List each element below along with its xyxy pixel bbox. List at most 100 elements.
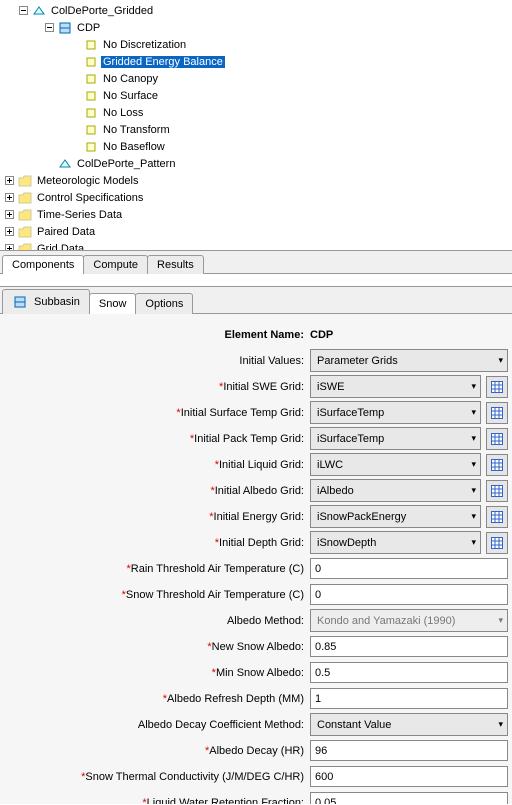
text-input[interactable]: 0	[310, 584, 508, 605]
tab-label: Results	[157, 259, 194, 271]
dropdown-value: iSurfaceTemp	[317, 407, 384, 419]
tree-node-root[interactable]: ColDePorte_Gridded	[4, 2, 512, 19]
grid-selector-button[interactable]	[486, 454, 508, 476]
grid-selector-button[interactable]	[486, 376, 508, 398]
dropdown-value: iSurfaceTemp	[317, 433, 384, 445]
text-input[interactable]: 0.05	[310, 792, 508, 804]
tree-folder-pd[interactable]: Paired Data	[4, 223, 512, 240]
form-label: *Initial Surface Temp Grid:	[4, 407, 310, 419]
tree-label: No Transform	[101, 124, 172, 136]
tree-label: No Surface	[101, 90, 160, 102]
dropdown-value: Parameter Grids	[317, 355, 398, 367]
collapse-icon[interactable]	[18, 5, 29, 16]
value-element-name: CDP	[310, 329, 333, 341]
tree-leaf-baseflow[interactable]: No Baseflow	[4, 138, 512, 155]
dropdown[interactable]: iSurfaceTemp ▾	[310, 427, 481, 450]
form-row: *Initial SWE Grid:iSWE▾	[4, 376, 508, 397]
text-input[interactable]: 0.85	[310, 636, 508, 657]
dropdown-value: iAlbedo	[317, 485, 354, 497]
form-label: *Initial Depth Grid:	[4, 537, 310, 549]
form-row: *Min Snow Albedo:0.5	[4, 662, 508, 683]
leaf-icon	[83, 88, 99, 104]
tree-folder-gd[interactable]: Grid Data	[4, 240, 512, 251]
form-row: Albedo Decay Coefficient Method:Constant…	[4, 714, 508, 735]
text-input[interactable]: 96	[310, 740, 508, 761]
chevron-down-icon: ▾	[471, 433, 476, 444]
form-row: *Initial Pack Temp Grid: iSurfaceTemp ▾	[4, 428, 508, 449]
form-label: *Initial Pack Temp Grid:	[4, 433, 310, 445]
grid-selector-button[interactable]	[486, 532, 508, 554]
main-tabs: Components Compute Results	[0, 251, 512, 274]
chevron-down-icon: ▾	[471, 485, 476, 496]
subbasin-icon	[12, 294, 28, 310]
grid-selector-button[interactable]	[486, 428, 508, 450]
tab-label: Components	[12, 259, 74, 271]
tab-results[interactable]: Results	[147, 255, 204, 274]
form-label: *New Snow Albedo:	[4, 641, 310, 653]
expand-icon[interactable]	[4, 243, 15, 251]
dropdown[interactable]: iSurfaceTemp ▾	[310, 401, 481, 424]
expand-icon[interactable]	[4, 209, 15, 220]
form-label: *Albedo Decay (HR)	[4, 745, 310, 757]
tree-leaf-energy-balance[interactable]: Gridded Energy Balance	[4, 53, 512, 70]
tree-node-cdp[interactable]: CDP	[4, 19, 512, 36]
dropdown[interactable]: iSnowDepth▾	[310, 531, 481, 554]
chevron-down-icon: ▾	[471, 511, 476, 522]
expand-icon[interactable]	[4, 226, 15, 237]
dropdown[interactable]: Parameter Grids▾	[310, 349, 508, 372]
subbasin-icon	[57, 20, 73, 36]
tree-folder-met[interactable]: Meteorologic Models	[4, 172, 512, 189]
grid-icon	[491, 433, 503, 445]
form-row: *Snow Thermal Conductivity (J/M/DEG C/HR…	[4, 766, 508, 787]
dropdown[interactable]: Constant Value▾	[310, 713, 508, 736]
tree-leaf-loss[interactable]: No Loss	[4, 104, 512, 121]
text-input[interactable]: 600	[310, 766, 508, 787]
grid-selector-button[interactable]	[486, 402, 508, 424]
grid-icon	[491, 407, 503, 419]
tab-compute[interactable]: Compute	[83, 255, 148, 274]
dropdown[interactable]: iAlbedo ▾	[310, 479, 481, 502]
tree-leaf-transform[interactable]: No Transform	[4, 121, 512, 138]
tree-label: ColDePorte_Pattern	[75, 158, 177, 170]
subtab-label: Subbasin	[34, 296, 80, 308]
tree-node-pattern[interactable]: ColDePorte_Pattern	[4, 155, 512, 172]
expand-icon[interactable]	[4, 175, 15, 186]
tree-label: Time-Series Data	[35, 209, 124, 221]
subtab-subbasin[interactable]: Subbasin	[2, 289, 90, 314]
form-row: *Initial Depth Grid:iSnowDepth▾	[4, 532, 508, 553]
tree-leaf-discretization[interactable]: No Discretization	[4, 36, 512, 53]
tree-leaf-surface[interactable]: No Surface	[4, 87, 512, 104]
chevron-down-icon: ▾	[471, 407, 476, 418]
subtab-options[interactable]: Options	[135, 293, 193, 314]
expand-icon[interactable]	[4, 192, 15, 203]
tree-leaf-canopy[interactable]: No Canopy	[4, 70, 512, 87]
grid-selector-button[interactable]	[486, 506, 508, 528]
grid-selector-button[interactable]	[486, 480, 508, 502]
dropdown[interactable]: iLWC▾	[310, 453, 481, 476]
leaf-icon	[83, 37, 99, 53]
grid-icon	[491, 537, 503, 549]
text-input[interactable]: 0.5	[310, 662, 508, 683]
dropdown[interactable]: iSWE▾	[310, 375, 481, 398]
subtab-label: Snow	[99, 298, 127, 310]
text-input[interactable]: 0	[310, 558, 508, 579]
dropdown[interactable]: iSnowPackEnergy▾	[310, 505, 481, 528]
subtab-label: Options	[145, 298, 183, 310]
tab-components[interactable]: Components	[2, 255, 84, 274]
form-row: *Albedo Decay (HR)96	[4, 740, 508, 761]
subtab-snow[interactable]: Snow	[89, 293, 137, 314]
form-label: *Rain Threshold Air Temperature (C)	[4, 563, 310, 575]
tree-folder-ts[interactable]: Time-Series Data	[4, 206, 512, 223]
leaf-icon	[83, 54, 99, 70]
form-label: *Snow Thermal Conductivity (J/M/DEG C/HR…	[4, 771, 310, 783]
form-row: *Rain Threshold Air Temperature (C)0	[4, 558, 508, 579]
tree-folder-cs[interactable]: Control Specifications	[4, 189, 512, 206]
text-input[interactable]: 1	[310, 688, 508, 709]
grid-icon	[491, 485, 503, 497]
tree-label: Grid Data	[35, 243, 86, 252]
properties-form: Element Name: CDP Initial Values:Paramet…	[0, 314, 512, 804]
collapse-icon[interactable]	[44, 22, 55, 33]
dropdown-value: Kondo and Yamazaki (1990)	[317, 615, 455, 627]
form-row: *Liquid Water Retention Fraction:0.05	[4, 792, 508, 804]
tree-label: Meteorologic Models	[35, 175, 141, 187]
